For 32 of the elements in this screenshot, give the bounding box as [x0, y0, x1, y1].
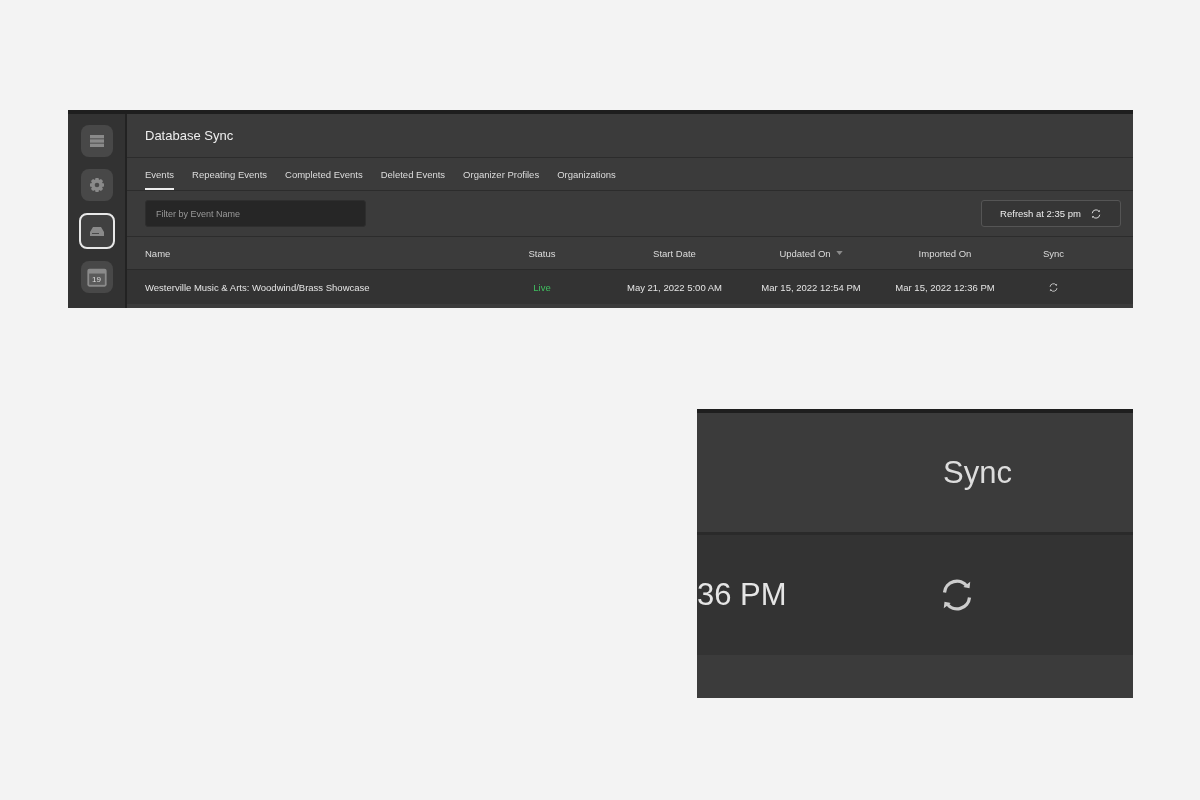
sync-icon[interactable] [1089, 207, 1102, 220]
table-cell-text: Mar 15, 2022 12:36 PM [894, 281, 996, 293]
table-row[interactable]: Westerville Music & Arts: Woodwind/Brass Showcase Live May 21, 2022 5:00 AM Mar 15, 2022 12:54 PM Mar 15, 2022 12:36 PM [127, 270, 1133, 304]
status-text: Live [532, 281, 552, 293]
table-cell-text: Westerville Music & Arts: Woodwind/Brass Showcase [144, 281, 371, 293]
tab[interactable]: Completed Events [285, 158, 363, 190]
tab[interactable]: Organizer Profiles [463, 158, 540, 190]
tab[interactable]: Organizations [557, 158, 616, 190]
table-cell: 36 PM [697, 577, 787, 613]
tab[interactable]: Deleted Events [380, 158, 446, 190]
column-header[interactable]: Updated On [752, 247, 870, 259]
column-header: Sync [1041, 247, 1066, 259]
sync-icon[interactable] [1048, 281, 1059, 293]
sort-caret-icon [835, 251, 843, 255]
gear-icon [88, 177, 105, 193]
column-header: Start Date [652, 247, 697, 259]
filter-field[interactable]: Filter by Event Name [145, 200, 366, 227]
list-icon [88, 133, 105, 149]
refresh-button[interactable]: Refresh at 2:35 pm [981, 200, 1121, 227]
tab[interactable]: Events [145, 158, 175, 190]
table-cell-text: Mar 15, 2022 12:54 PM [760, 281, 862, 293]
calendar-day: 19 [82, 275, 111, 285]
sidebar-item[interactable]: 19 [80, 261, 113, 293]
table-cell-text: May 21, 2022 5:00 AM [625, 281, 724, 293]
column-header: Imported On [917, 247, 973, 259]
tab[interactable]: Repeating Events [192, 158, 268, 190]
column-header: Name [144, 247, 172, 259]
page-title: Database Sync [145, 128, 234, 143]
calendar-icon [85, 266, 108, 288]
sidebar-item[interactable] [78, 213, 115, 249]
column-header: Sync [943, 454, 1012, 491]
column-header: Status [527, 247, 557, 259]
